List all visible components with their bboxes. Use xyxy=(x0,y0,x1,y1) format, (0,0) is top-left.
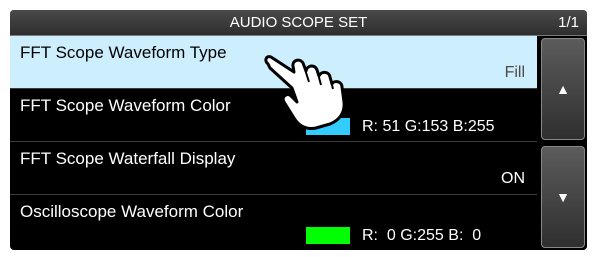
rgb-value: R: 51 G:153 B:255 xyxy=(362,118,495,135)
item-label: FFT Scope Waterfall Display xyxy=(20,149,236,168)
color-swatch xyxy=(306,227,350,244)
up-arrow-icon: ▲ xyxy=(556,81,570,97)
screen-title: AUDIO SCOPE SET xyxy=(229,14,368,31)
audio-scope-set-screen: AUDIO SCOPE SET 1/1 FFT Scope Waveform T… xyxy=(10,10,587,250)
item-value: ON xyxy=(501,170,525,187)
scroll-up-button[interactable]: ▲ xyxy=(541,38,585,140)
scrollbar: ▲ ▼ xyxy=(537,36,587,250)
pointing-hand-icon xyxy=(264,55,346,130)
page-indicator: 1/1 xyxy=(558,14,579,31)
item-fft-scope-waterfall-display[interactable]: FFT Scope Waterfall Display ON xyxy=(10,142,537,195)
down-arrow-icon: ▼ xyxy=(556,189,570,205)
item-label: FFT Scope Waveform Type xyxy=(20,43,227,62)
scroll-down-button[interactable]: ▼ xyxy=(541,146,585,248)
item-oscilloscope-waveform-color[interactable]: Oscilloscope Waveform Color R: 0 G:255 B… xyxy=(10,195,537,250)
item-value: Fill xyxy=(504,64,525,81)
item-label: Oscilloscope Waveform Color xyxy=(20,202,244,221)
item-label: FFT Scope Waveform Color xyxy=(20,96,231,115)
title-bar: AUDIO SCOPE SET 1/1 xyxy=(10,10,587,36)
rgb-value: R: 0 G:255 B: 0 xyxy=(362,227,482,244)
